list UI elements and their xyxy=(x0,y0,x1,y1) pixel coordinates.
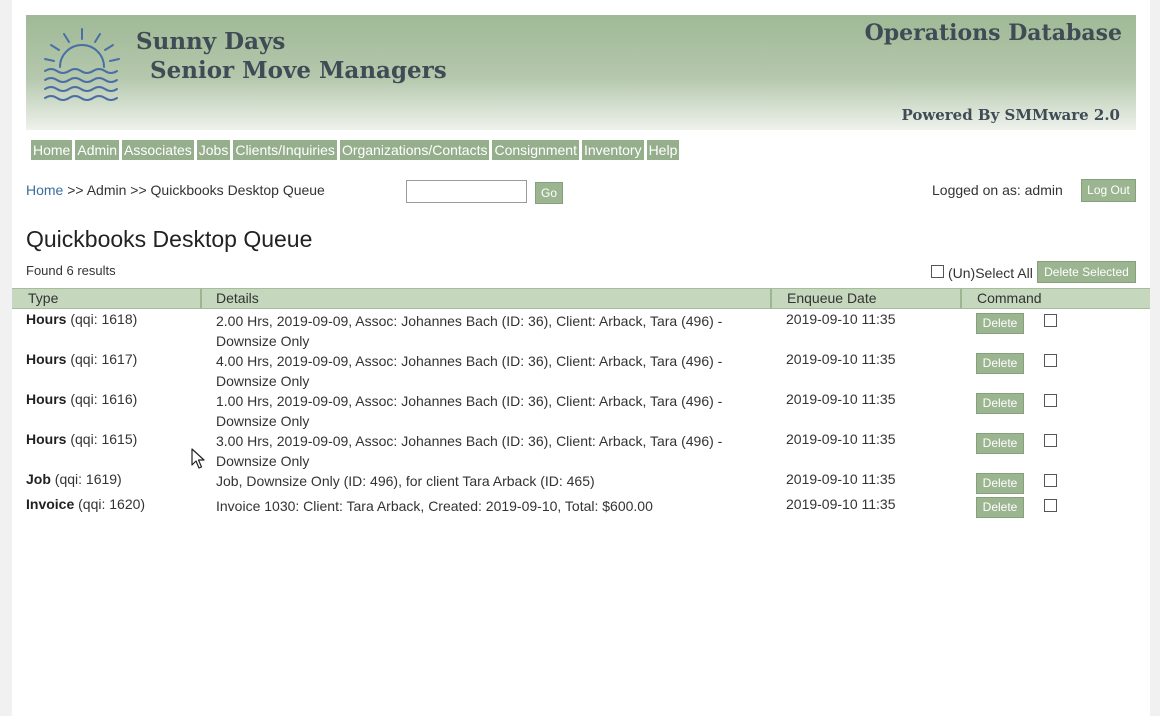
row-checkbox[interactable] xyxy=(1044,394,1057,407)
brand-name: Sunny Days Senior Move Managers xyxy=(136,27,447,85)
row-qqi: (qqi: 1618) xyxy=(70,311,138,327)
delete-row-button[interactable]: Delete xyxy=(976,497,1024,518)
delete-row-button[interactable]: Delete xyxy=(976,473,1024,494)
row-checkbox[interactable] xyxy=(1044,434,1057,447)
page-title: Quickbooks Desktop Queue xyxy=(26,226,313,252)
select-all-checkbox[interactable] xyxy=(931,265,944,278)
row-type: Hours (qqi: 1615) xyxy=(26,431,137,447)
delete-row-button[interactable]: Delete xyxy=(976,353,1024,374)
mouse-pointer-icon xyxy=(191,448,205,469)
row-type: Hours (qqi: 1616) xyxy=(26,391,137,407)
breadcrumb-home-link[interactable]: Home xyxy=(26,182,63,198)
main-nav: Home Admin Associates Jobs Clients/Inqui… xyxy=(31,140,680,160)
search-input[interactable] xyxy=(406,180,527,203)
row-qqi: (qqi: 1620) xyxy=(78,496,146,512)
row-type-name: Job xyxy=(26,471,51,487)
row-details: 3.00 Hrs, 2019-09-09, Assoc: Johannes Ba… xyxy=(216,433,723,469)
nav-consignment[interactable]: Consignment xyxy=(492,140,579,160)
breadcrumb: Home >> Admin >> Quickbooks Desktop Queu… xyxy=(26,182,325,198)
column-header-type[interactable]: Type xyxy=(28,289,58,308)
nav-jobs[interactable]: Jobs xyxy=(196,140,231,160)
row-type-name: Hours xyxy=(26,431,67,447)
nav-organizations-contacts[interactable]: Organizations/Contacts xyxy=(339,140,490,160)
row-type: Job (qqi: 1619) xyxy=(26,471,122,487)
delete-row-button[interactable]: Delete xyxy=(976,433,1024,454)
brand-line-1: Sunny Days xyxy=(136,28,286,55)
row-enqueue-date: 2019-09-10 11:35 xyxy=(786,431,896,447)
row-qqi: (qqi: 1616) xyxy=(70,391,138,407)
row-enqueue-date: 2019-09-10 11:35 xyxy=(786,391,896,407)
row-enqueue-date: 2019-09-10 11:35 xyxy=(786,496,896,512)
row-type-name: Invoice xyxy=(26,496,75,512)
logged-on-status: Logged on as: admin xyxy=(932,182,1063,198)
app-title: Operations Database xyxy=(864,20,1122,46)
nav-clients-inquiries[interactable]: Clients/Inquiries xyxy=(233,140,337,160)
row-details: Job, Downsize Only (ID: 496), for client… xyxy=(216,473,595,489)
row-type: Hours (qqi: 1618) xyxy=(26,311,137,327)
go-button[interactable]: Go xyxy=(535,182,563,204)
row-enqueue-date: 2019-09-10 11:35 xyxy=(786,311,896,327)
page-container: Sunny Days Senior Move Managers Operatio… xyxy=(12,0,1150,716)
nav-help[interactable]: Help xyxy=(646,140,680,160)
row-enqueue-date: 2019-09-10 11:35 xyxy=(786,471,896,487)
sun-over-water-logo-icon xyxy=(44,28,120,101)
logout-button[interactable]: Log Out xyxy=(1081,179,1136,202)
row-qqi: (qqi: 1615) xyxy=(70,431,138,447)
row-enqueue-date: 2019-09-10 11:35 xyxy=(786,351,896,367)
nav-home[interactable]: Home xyxy=(31,140,73,160)
row-type-name: Hours xyxy=(26,311,67,327)
nav-associates[interactable]: Associates xyxy=(122,140,194,160)
breadcrumb-trail: >> Admin >> Quickbooks Desktop Queue xyxy=(63,182,325,198)
powered-by: Powered By SMMware 2.0 xyxy=(901,106,1120,124)
results-count: Found 6 results xyxy=(26,263,116,278)
row-type-name: Hours xyxy=(26,391,67,407)
column-divider xyxy=(960,289,962,308)
row-qqi: (qqi: 1619) xyxy=(54,471,122,487)
row-checkbox[interactable] xyxy=(1044,354,1057,367)
row-type: Invoice (qqi: 1620) xyxy=(26,496,145,512)
row-checkbox[interactable] xyxy=(1044,499,1057,512)
table-header: Type Details Enqueue Date Command xyxy=(12,288,1150,309)
row-details: Invoice 1030: Client: Tara Arback, Creat… xyxy=(216,498,653,514)
site-header: Sunny Days Senior Move Managers Operatio… xyxy=(26,15,1136,130)
row-type: Hours (qqi: 1617) xyxy=(26,351,137,367)
delete-row-button[interactable]: Delete xyxy=(976,393,1024,414)
row-qqi: (qqi: 1617) xyxy=(70,351,138,367)
select-all-label: (Un)Select All xyxy=(948,265,1033,281)
delete-selected-button[interactable]: Delete Selected xyxy=(1037,261,1136,283)
delete-row-button[interactable]: Delete xyxy=(976,313,1024,334)
column-header-command: Command xyxy=(977,290,1042,306)
nav-inventory[interactable]: Inventory xyxy=(581,140,644,160)
column-divider xyxy=(200,289,202,308)
nav-admin[interactable]: Admin xyxy=(75,140,120,160)
row-checkbox[interactable] xyxy=(1044,474,1057,487)
row-type-name: Hours xyxy=(26,351,67,367)
row-details: 1.00 Hrs, 2019-09-09, Assoc: Johannes Ba… xyxy=(216,393,723,429)
column-header-details[interactable]: Details xyxy=(216,289,259,308)
column-header-enqueue-date[interactable]: Enqueue Date xyxy=(787,289,877,308)
brand-line-2: Senior Move Managers xyxy=(150,57,447,84)
row-details: 2.00 Hrs, 2019-09-09, Assoc: Johannes Ba… xyxy=(216,313,723,349)
column-divider xyxy=(770,289,772,308)
row-checkbox[interactable] xyxy=(1044,314,1057,327)
row-details: 4.00 Hrs, 2019-09-09, Assoc: Johannes Ba… xyxy=(216,353,723,389)
